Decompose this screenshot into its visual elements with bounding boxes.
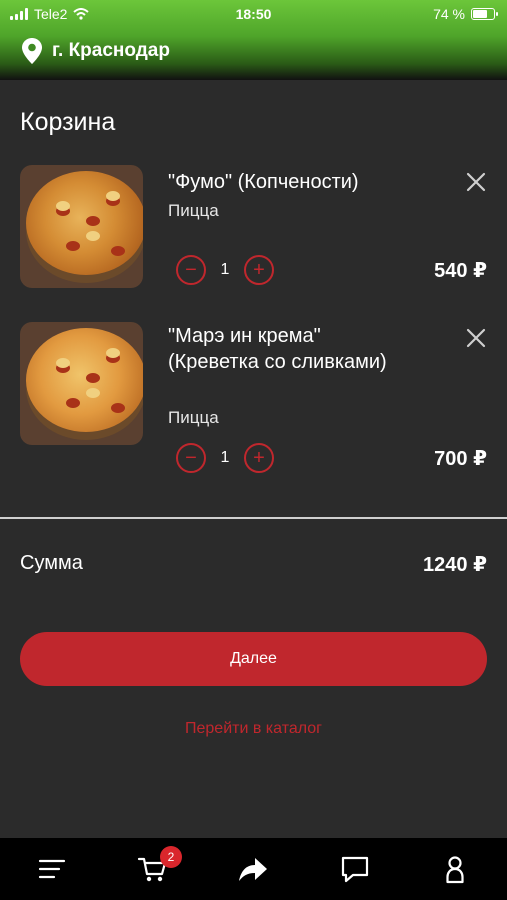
status-bar: Tele2 18:50 74 % <box>0 0 507 28</box>
product-category: Пицца <box>168 408 219 427</box>
remove-item-icon[interactable] <box>465 327 487 349</box>
quantity-stepper: − 1 + <box>176 255 274 285</box>
product-price: 700 ₽ <box>434 448 487 470</box>
product-category: Пицца <box>168 201 219 220</box>
status-right: 74 % <box>433 6 498 22</box>
battery-percent: 74 % <box>433 6 465 22</box>
location-pin-icon <box>22 38 42 64</box>
bottom-tab-bar: 2 <box>0 838 507 900</box>
cart-count-badge: 2 <box>160 846 182 868</box>
product-price: 540 ₽ <box>434 260 487 282</box>
next-button[interactable]: Далее <box>20 632 487 686</box>
menu-icon[interactable] <box>37 854 67 884</box>
increase-quantity-button[interactable]: + <box>244 443 274 473</box>
product-name: "Фумо" (Копчености) <box>168 171 359 193</box>
increase-quantity-button[interactable]: + <box>244 255 274 285</box>
cart-item: "Марэ ин крема" (Креветка со сливками) П… <box>0 322 507 473</box>
city-label: г. Краснодар <box>52 40 170 61</box>
chat-icon[interactable] <box>340 854 370 884</box>
total-label: Сумма <box>20 552 83 574</box>
product-image <box>20 165 143 288</box>
divider <box>0 517 507 519</box>
decrease-quantity-button[interactable]: − <box>176 255 206 285</box>
quantity-value: 1 <box>220 261 230 278</box>
profile-icon[interactable] <box>440 854 470 884</box>
location-selector[interactable]: г. Краснодар <box>22 38 170 64</box>
remove-item-icon[interactable] <box>465 171 487 193</box>
cart-item: "Фумо" (Копчености) Пицца − 1 + 540 ₽ <box>0 165 507 295</box>
status-time: 18:50 <box>235 6 272 22</box>
app-header: Tele2 18:50 74 % г. Краснодар <box>0 0 507 80</box>
go-to-catalog-link[interactable]: Перейти в каталог <box>0 720 507 738</box>
quantity-stepper: − 1 + <box>176 443 274 473</box>
total-value: 1240 ₽ <box>423 554 487 576</box>
quantity-value: 1 <box>220 449 230 466</box>
page-title: Корзина <box>20 108 116 136</box>
decrease-quantity-button[interactable]: − <box>176 443 206 473</box>
battery-icon <box>471 8 498 20</box>
product-name: "Марэ ин крема" (Креветка со сливками) <box>168 325 387 373</box>
share-icon[interactable] <box>238 854 268 884</box>
product-image <box>20 322 143 445</box>
